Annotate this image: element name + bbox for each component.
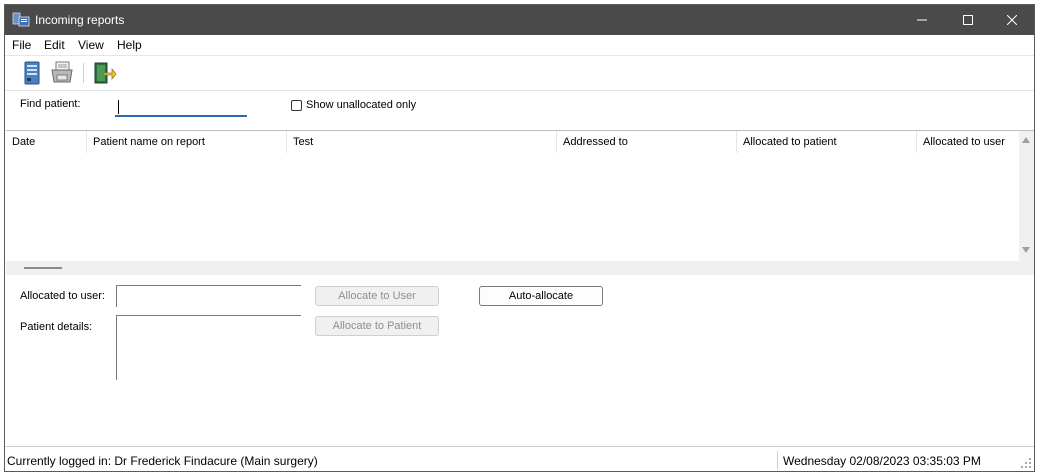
column-header-allocated-user[interactable]: Allocated to user: [917, 131, 1018, 153]
allocate-to-user-button[interactable]: Allocate to User: [315, 286, 439, 306]
text-caret: [118, 100, 119, 114]
scroll-up-icon[interactable]: [1022, 137, 1030, 143]
incoming-reports-window: Incoming reports File Edit View Help Fin…: [4, 4, 1035, 472]
datetime-status: Wednesday 02/08/2023 03:35:03 PM: [783, 454, 981, 468]
printer-icon[interactable]: [49, 60, 75, 86]
allocated-to-user-label: Allocated to user:: [20, 290, 105, 302]
column-header-patient-name[interactable]: Patient name on report: [87, 131, 287, 153]
show-unallocated-checkbox[interactable]: [291, 100, 302, 111]
status-bar: Currently logged in: Dr Frederick Findac…: [5, 446, 1034, 471]
logged-in-status: Currently logged in: Dr Frederick Findac…: [7, 454, 318, 468]
minimize-icon: [917, 19, 927, 21]
maximize-button[interactable]: [945, 5, 991, 35]
horizontal-scroll-thumb[interactable]: [24, 267, 62, 269]
find-patient-input[interactable]: [115, 97, 247, 117]
column-header-allocated-patient[interactable]: Allocated to patient: [737, 131, 917, 153]
exit-door-icon[interactable]: [91, 60, 117, 86]
column-header-date[interactable]: Date: [6, 131, 87, 153]
title-bar[interactable]: Incoming reports: [5, 5, 1034, 35]
allocation-panel: Allocated to user: Patient details: Allo…: [5, 275, 1034, 446]
show-unallocated-label[interactable]: Show unallocated only: [306, 99, 416, 111]
vertical-scrollbar[interactable]: [1019, 131, 1034, 261]
resize-grip-icon[interactable]: [1020, 457, 1032, 469]
menu-file[interactable]: File: [12, 38, 31, 52]
menu-edit[interactable]: Edit: [44, 38, 65, 52]
app-icon: [12, 12, 30, 27]
horizontal-scrollbar[interactable]: [6, 261, 1034, 276]
allocate-to-patient-button[interactable]: Allocate to Patient: [315, 316, 439, 336]
auto-allocate-button[interactable]: Auto-allocate: [479, 286, 603, 306]
column-header-addressed-to[interactable]: Addressed to: [557, 131, 737, 153]
server-icon[interactable]: [19, 60, 45, 86]
list-header: Date Patient name on report Test Address…: [6, 131, 1018, 153]
allocated-to-user-field[interactable]: [116, 285, 301, 307]
window-title: Incoming reports: [35, 13, 125, 27]
column-header-test[interactable]: Test: [287, 131, 557, 153]
menu-help[interactable]: Help: [117, 38, 142, 52]
close-icon: [1007, 15, 1017, 25]
menu-view[interactable]: View: [78, 38, 104, 52]
patient-details-label: Patient details:: [20, 321, 93, 333]
toolbar: [5, 56, 1034, 91]
status-separator: [777, 451, 778, 470]
find-patient-label: Find patient:: [20, 98, 81, 110]
patient-details-field[interactable]: [116, 315, 301, 380]
minimize-button[interactable]: [899, 5, 945, 35]
menu-bar: File Edit View Help: [5, 35, 1034, 56]
toolbar-separator: [83, 63, 84, 83]
scroll-down-icon[interactable]: [1022, 247, 1030, 253]
maximize-icon: [963, 15, 973, 25]
reports-list[interactable]: Date Patient name on report Test Address…: [6, 130, 1034, 276]
close-button[interactable]: [989, 5, 1034, 35]
